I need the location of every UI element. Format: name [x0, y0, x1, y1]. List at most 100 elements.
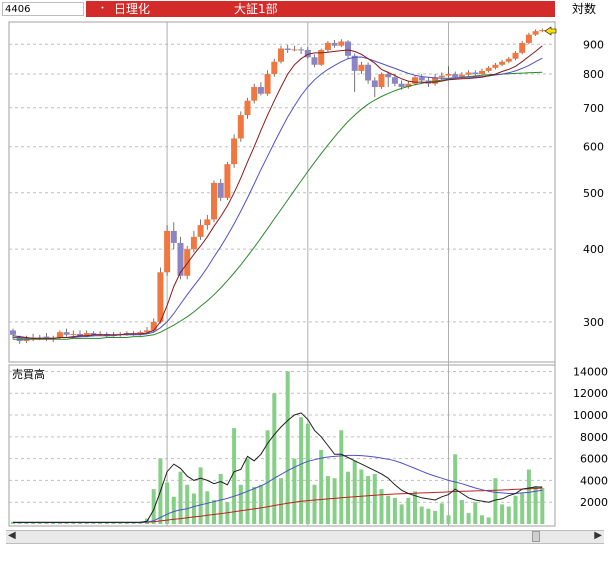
candle-body: [445, 74, 452, 76]
volume-bar: [493, 478, 498, 524]
candle-body: [331, 42, 338, 46]
candle-body: [278, 48, 284, 62]
volume-bar: [111, 522, 116, 524]
volume-tick-label: 12000: [573, 387, 608, 400]
volume-bar: [419, 506, 424, 524]
candle-body: [257, 87, 264, 94]
volume-bar: [285, 371, 290, 524]
candle-body: [525, 34, 532, 43]
volume-bar: [392, 497, 397, 524]
volume-bar: [406, 497, 411, 524]
candle-body: [311, 57, 318, 65]
candle-body: [485, 67, 492, 71]
price-tick-label: 800: [583, 68, 604, 81]
candle-body: [63, 332, 70, 335]
volume-bar: [459, 500, 464, 524]
volume-tick-label: 6000: [580, 453, 608, 466]
volume-bar: [178, 471, 183, 524]
price-tick-label: 500: [583, 187, 604, 200]
volume-bar: [399, 504, 404, 524]
volume-bar: [372, 473, 377, 524]
volume-bar: [312, 484, 317, 524]
volume-bar: [506, 506, 511, 524]
price-tick-label: 900: [583, 38, 604, 51]
candle-body: [217, 182, 224, 198]
volume-bar: [191, 493, 196, 524]
candle-body: [211, 182, 217, 220]
volume-bar: [258, 484, 263, 524]
volume-bar: [212, 500, 216, 524]
candle-body: [284, 48, 291, 50]
candle-body: [479, 70, 485, 75]
volume-bar: [433, 510, 438, 524]
volume-bar: [339, 430, 344, 524]
volume-bar: [500, 504, 505, 524]
volume-bar: [466, 513, 471, 524]
candle-body: [318, 49, 325, 65]
price-tick-label: 400: [583, 243, 604, 256]
candle-body: [224, 164, 231, 198]
candle-body: [472, 72, 479, 75]
volume-bar: [252, 486, 257, 524]
candle-body: [345, 41, 351, 56]
triangle-left-icon[interactable]: ◀: [8, 530, 16, 541]
candle-body: [412, 77, 418, 84]
volume-tick-label: 2000: [580, 496, 608, 509]
volume-tick-label: 4000: [580, 474, 608, 487]
volume-bar: [486, 517, 491, 524]
candle-body: [231, 138, 238, 165]
candle-body: [438, 75, 445, 78]
volume-bar: [325, 476, 330, 524]
volume-bar: [439, 503, 444, 524]
candle-body: [338, 41, 345, 46]
volume-bar: [299, 417, 304, 524]
candle-body: [365, 64, 372, 81]
candle-body: [264, 74, 271, 94]
horizontal-scrollbar[interactable]: ◀ ▶: [6, 530, 604, 544]
candle-body: [298, 49, 305, 51]
candle-body: [452, 74, 459, 78]
candle-body: [398, 83, 405, 88]
candle-body: [499, 61, 506, 65]
volume-tick-label: 10000: [573, 409, 608, 422]
candle-body: [244, 100, 251, 116]
volume-bar: [352, 460, 357, 524]
volume-bar: [426, 508, 431, 524]
price-tick-label: 300: [583, 316, 604, 329]
volume-bar: [319, 449, 324, 524]
volume-bar: [332, 478, 337, 524]
candle-body: [385, 74, 392, 78]
candle-body: [271, 61, 278, 75]
volume-panel-title: 売買高: [12, 367, 45, 381]
candle-body: [184, 249, 191, 276]
candle-body: [465, 72, 472, 75]
volume-bar: [480, 515, 484, 524]
volume-bar: [279, 478, 283, 524]
candle-body: [512, 52, 519, 59]
candle-body: [150, 321, 157, 331]
scrollbar-thumb[interactable]: [532, 531, 540, 542]
candle-body: [378, 74, 385, 88]
candle-body: [519, 42, 526, 53]
volume-bar: [272, 393, 277, 524]
candle-body: [70, 333, 77, 335]
triangle-right-icon[interactable]: ▶: [594, 530, 602, 541]
volume-bar: [526, 469, 531, 524]
volume-bar: [540, 488, 545, 524]
volume-bar: [198, 467, 203, 524]
volume-bar: [305, 423, 310, 524]
candle-body: [492, 64, 499, 68]
volume-bar: [37, 522, 42, 524]
volume-bar: [473, 502, 478, 524]
price-tick-label: 600: [583, 141, 604, 154]
volume-bar: [513, 495, 518, 524]
candle-body: [197, 225, 204, 237]
candle-body: [164, 230, 171, 273]
price-tick-label: 700: [583, 102, 604, 115]
candle-body: [539, 30, 546, 32]
volume-bar: [205, 491, 210, 524]
candle-body: [237, 115, 244, 139]
volume-bar: [520, 493, 525, 524]
candle-body: [177, 242, 184, 276]
volume-bar: [386, 495, 391, 524]
